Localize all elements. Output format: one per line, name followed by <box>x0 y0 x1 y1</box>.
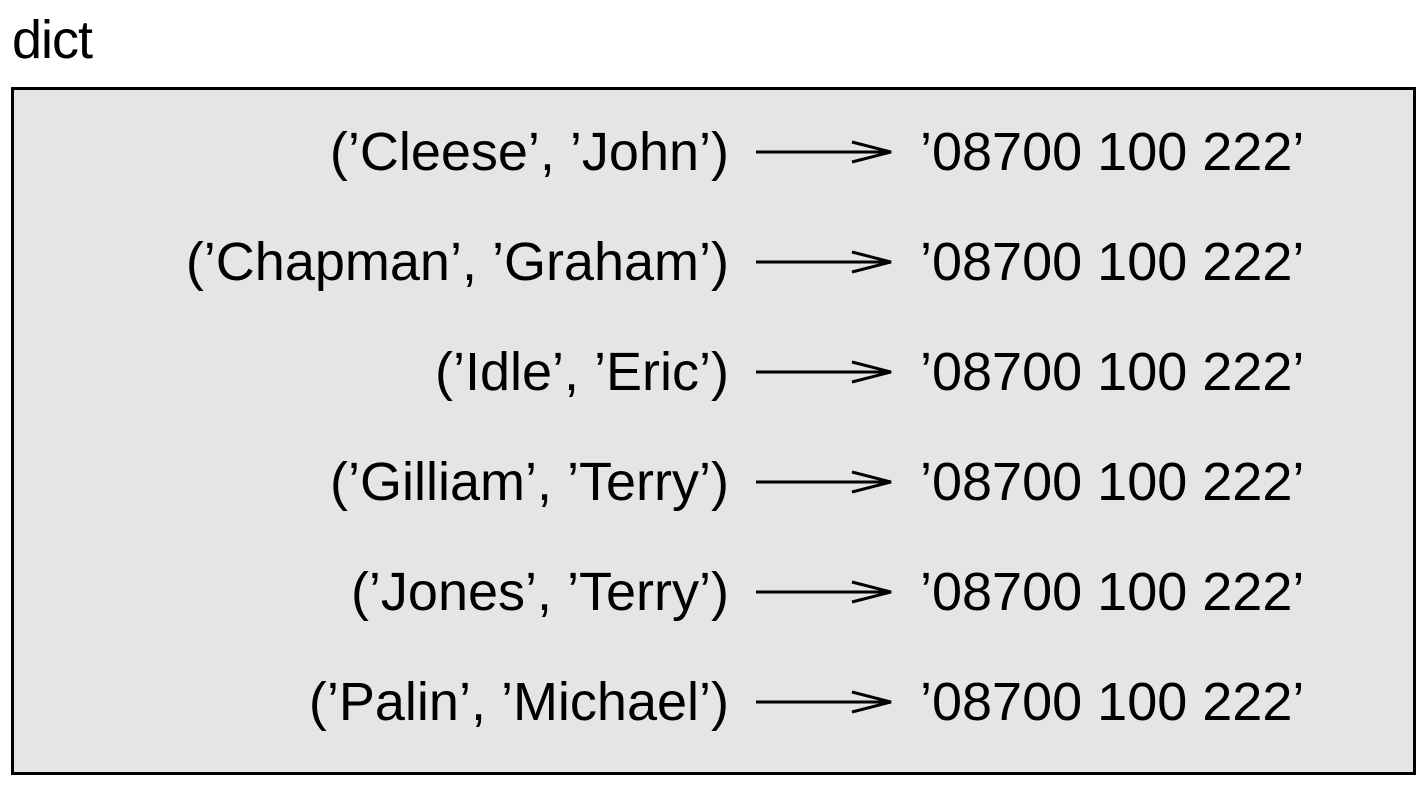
entry-value: ’08700 100 222’ <box>920 562 1305 622</box>
entry-value: ’08700 100 222’ <box>920 232 1305 292</box>
dict-entry: (’Gilliam’, ’Terry’) ’08700 100 222’ <box>14 447 1413 517</box>
entry-key: (’Chapman’, ’Graham’) <box>185 232 729 292</box>
dict-entry: (’Idle’, ’Eric’) ’08700 100 222’ <box>14 337 1413 407</box>
dict-entry: (’Chapman’, ’Graham’) ’08700 100 222’ <box>14 227 1413 297</box>
right-arrow-icon <box>756 690 892 714</box>
entry-value: ’08700 100 222’ <box>920 452 1305 512</box>
right-arrow-icon <box>756 360 892 384</box>
right-arrow-icon <box>756 250 892 274</box>
entry-value: ’08700 100 222’ <box>920 672 1305 732</box>
right-arrow-icon <box>756 470 892 494</box>
right-arrow-icon <box>756 140 892 164</box>
entry-key: (’Cleese’, ’John’) <box>329 122 729 182</box>
dict-entry: (’Cleese’, ’John’) ’08700 100 222’ <box>14 117 1413 187</box>
entry-key: (’Gilliam’, ’Terry’) <box>330 452 729 512</box>
dict-title: dict <box>12 10 93 70</box>
right-arrow-icon <box>756 580 892 604</box>
dict-entry: (’Palin’, ’Michael’) ’08700 100 222’ <box>14 667 1413 737</box>
entry-key: (’Jones’, ’Terry’) <box>350 562 729 622</box>
entry-key: (’Palin’, ’Michael’) <box>308 672 729 732</box>
entry-key: (’Idle’, ’Eric’) <box>434 342 729 402</box>
dict-entry: (’Jones’, ’Terry’) ’08700 100 222’ <box>14 557 1413 627</box>
dict-frame: (’Cleese’, ’John’) ’08700 100 222’ (’Cha… <box>11 87 1416 775</box>
entry-value: ’08700 100 222’ <box>920 122 1305 182</box>
entry-value: ’08700 100 222’ <box>920 342 1305 402</box>
